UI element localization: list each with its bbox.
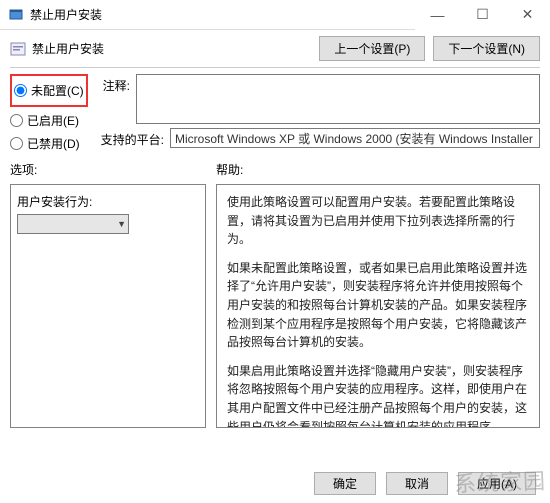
next-setting-button[interactable]: 下一个设置(N) (433, 36, 540, 61)
radio-disabled-label: 已禁用(D) (27, 135, 80, 152)
options-label: 选项: (10, 161, 206, 178)
minimize-button[interactable]: — (415, 0, 460, 30)
radio-disabled[interactable]: 已禁用(D) (10, 132, 88, 155)
radio-not-configured-label: 未配置(C) (31, 82, 84, 99)
policy-heading: 禁止用户安装 (10, 40, 104, 57)
policy-window-icon (8, 7, 24, 23)
radio-not-configured-input[interactable] (14, 84, 27, 97)
cancel-button[interactable]: 取消 (386, 472, 448, 495)
radio-not-configured[interactable]: 未配置(C) (14, 79, 84, 102)
help-paragraph: 如果未配置此策略设置，或者如果已启用此策略设置并选择了“允许用户安装”，则安装程… (227, 259, 529, 352)
comment-label: 注释: (96, 74, 130, 94)
close-button[interactable]: ✕ (505, 0, 550, 30)
policy-heading-text: 禁止用户安装 (32, 40, 104, 57)
user-install-behavior-combo[interactable]: ▼ (17, 214, 129, 234)
not-configured-highlight: 未配置(C) (10, 74, 88, 107)
policy-heading-icon (10, 41, 26, 57)
platform-field (170, 128, 540, 148)
chevron-down-icon: ▼ (117, 219, 126, 229)
ok-button[interactable]: 确定 (314, 472, 376, 495)
help-paragraph: 使用此策略设置可以配置用户安装。若要配置此策略设置，请将其设置为已启用并使用下拉… (227, 193, 529, 249)
comment-textarea[interactable] (136, 74, 540, 124)
dialog-footer: 确定 取消 应用(A) (314, 472, 536, 495)
titlebar: 禁止用户安装 — ☐ ✕ (0, 0, 550, 30)
options-panel: 用户安装行为: ▼ (10, 184, 206, 428)
platform-label: 支持的平台: (96, 128, 164, 148)
window-title: 禁止用户安装 (30, 6, 415, 23)
apply-button[interactable]: 应用(A) (458, 472, 536, 495)
radio-enabled-input[interactable] (10, 114, 23, 127)
help-label: 帮助: (216, 161, 540, 178)
help-panel: 使用此策略设置可以配置用户安装。若要配置此策略设置，请将其设置为已启用并使用下拉… (216, 184, 540, 428)
radio-disabled-input[interactable] (10, 137, 23, 150)
radio-enabled-label: 已启用(E) (27, 112, 79, 129)
prev-setting-button[interactable]: 上一个设置(P) (319, 36, 425, 61)
user-install-behavior-label: 用户安装行为: (17, 193, 199, 210)
window-controls: — ☐ ✕ (415, 0, 550, 30)
maximize-button[interactable]: ☐ (460, 0, 505, 30)
radio-enabled[interactable]: 已启用(E) (10, 109, 88, 132)
help-paragraph: 如果启用此策略设置并选择“隐藏用户安装”，则安装程序将忽略按照每个用户安装的应用… (227, 362, 529, 428)
